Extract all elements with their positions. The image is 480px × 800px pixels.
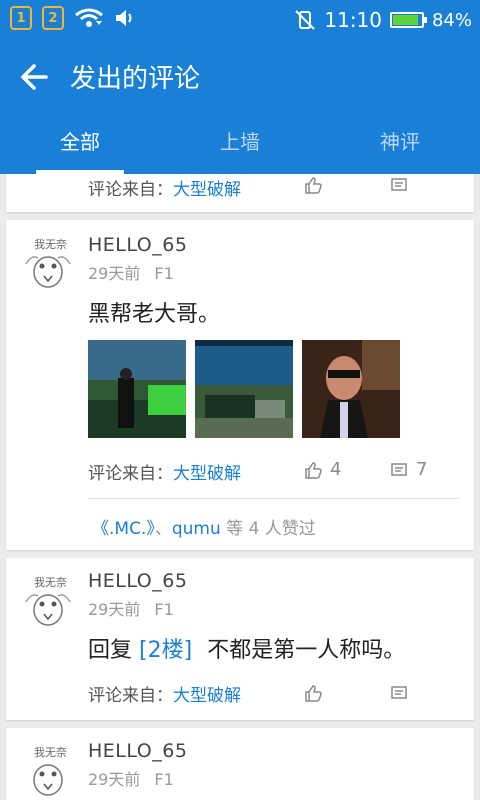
tab-all[interactable]: 全部 <box>0 112 160 174</box>
comment-icon <box>391 178 407 191</box>
comment-button[interactable] <box>390 176 408 194</box>
like-button[interactable]: 4 <box>304 459 341 480</box>
source-link[interactable]: 大型破解 <box>173 175 241 200</box>
comment-source: 评论来自： 大型破解 <box>88 174 474 202</box>
image-thumbnail[interactable] <box>88 340 186 438</box>
username[interactable]: HELLO_65 <box>88 234 187 256</box>
page-title: 发出的评论 <box>70 64 201 94</box>
liker-name[interactable]: qumu <box>172 519 221 539</box>
liked-summary: 等 4 人赞过 <box>226 519 316 539</box>
comment-icon <box>391 462 407 476</box>
tab-top-comments[interactable]: 神评 <box>320 112 480 174</box>
clock: 11:10 <box>324 8 382 32</box>
svg-text:我无奈: 我无奈 <box>34 745 67 759</box>
divider <box>88 498 460 499</box>
image-grid <box>88 340 400 438</box>
comment-icon <box>391 686 407 699</box>
comment-count: 7 <box>416 459 428 480</box>
comment-card: 我无奈 HELLO_65 29天前 F1 回复 [2楼] 不都是第一人称吗。 评论… <box>6 558 474 720</box>
battery-percent: 84% <box>431 9 472 31</box>
comment-text: 黑帮老大哥。 <box>88 302 221 327</box>
floor-number: F1 <box>154 600 174 619</box>
comment-source: 评论来自： 大型破解 <box>88 678 474 708</box>
comment-button[interactable]: 7 <box>390 459 427 480</box>
svg-text:我无奈: 我无奈 <box>34 237 67 251</box>
svg-text:我无奈: 我无奈 <box>34 575 67 589</box>
comment-meta: 29天前 F1 <box>88 596 174 620</box>
username[interactable]: HELLO_65 <box>88 740 187 762</box>
image-thumbnail[interactable] <box>302 340 400 438</box>
liker-name[interactable]: 《.MC.》 <box>92 519 155 539</box>
vibrate-mute-icon <box>295 10 316 30</box>
app-bar: 发出的评论 <box>0 40 480 112</box>
thumbs-up-icon <box>305 685 322 702</box>
post-time: 29天前 <box>88 600 141 619</box>
reply-target-link[interactable]: [2楼] <box>139 638 192 663</box>
post-time: 29天前 <box>88 264 141 283</box>
comment-text: 回复 [2楼] 不都是第一人称吗。 <box>88 638 406 663</box>
volume-icon <box>116 10 132 26</box>
image-thumbnail[interactable] <box>195 340 293 438</box>
tab-wall[interactable]: 上墙 <box>160 112 320 174</box>
like-button[interactable] <box>304 176 322 194</box>
comment-button[interactable] <box>390 684 408 702</box>
sim1-icon: 1 <box>10 6 32 30</box>
like-count: 4 <box>330 459 342 480</box>
post-time: 29天前 <box>88 770 141 789</box>
comment-card: 评论来自： 大型破解 <box>6 174 474 212</box>
avatar[interactable]: 我无奈 <box>20 234 78 292</box>
like-button[interactable] <box>304 684 322 702</box>
back-arrow-icon[interactable] <box>18 60 52 94</box>
avatar[interactable]: 我无奈 <box>20 742 78 800</box>
tab-bar: 全部 上墙 神评 <box>0 112 480 174</box>
wifi-icon <box>75 8 103 27</box>
comment-card: 我无奈 HELLO_65 29天前 F1 <box>6 728 474 800</box>
liked-by-row: 《.MC.》、qumu 等 4 人赞过 <box>92 519 316 539</box>
floor-number: F1 <box>154 770 174 789</box>
avatar[interactable]: 我无奈 <box>20 572 78 630</box>
username[interactable]: HELLO_65 <box>88 570 187 592</box>
sim2-icon: 2 <box>42 6 64 30</box>
battery-icon <box>389 12 427 28</box>
source-link[interactable]: 大型破解 <box>173 459 241 484</box>
comment-card: 我无奈 HELLO_65 29天前 F1 黑帮老大哥。 评论来自： 大型破解 4… <box>6 220 474 550</box>
status-bar: 1 2 11:10 84% <box>0 0 480 40</box>
thumbs-up-icon <box>305 461 322 479</box>
comment-meta: 29天前 F1 <box>88 766 174 790</box>
comment-meta: 29天前 F1 <box>88 260 174 284</box>
floor-number: F1 <box>154 264 174 283</box>
source-link[interactable]: 大型破解 <box>173 681 241 706</box>
thumbs-up-icon <box>305 177 322 194</box>
comment-feed[interactable]: 评论来自： 大型破解 我无奈 HELLO_65 29天前 F1 黑帮老大哥。 评… <box>0 174 480 800</box>
